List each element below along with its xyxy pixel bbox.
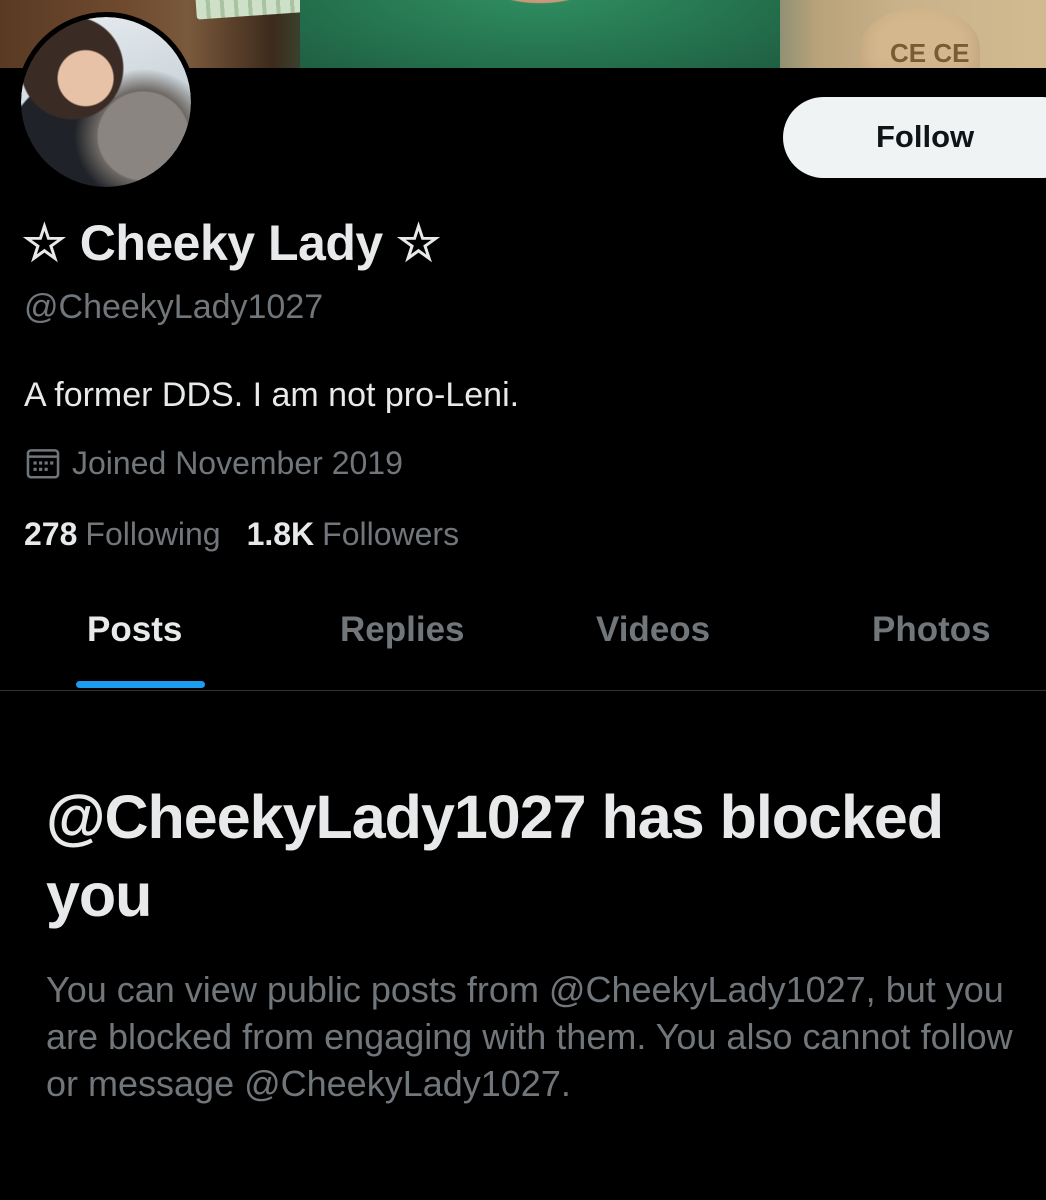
profile-tabs: Posts Replies Videos Photos [0,590,1046,691]
active-tab-indicator [76,681,205,688]
follow-stats: 278 Following 1.8K Followers [24,516,459,553]
display-name: ☆ Cheeky Lady ☆ [22,215,441,271]
tab-replies[interactable]: Replies [340,610,465,650]
avatar-photo [21,17,191,187]
tab-posts[interactable]: Posts [87,610,182,650]
followers-link[interactable]: 1.8K Followers [247,516,460,553]
user-handle: @CheekyLady1027 [24,288,324,326]
following-label: Following [85,516,221,552]
user-bio: A former DDS. I am not pro-Leni. [24,376,520,414]
banner-bag-text: CE CE [890,38,970,68]
follow-button-label: Follow [876,119,975,154]
blocked-heading: @CheekyLady1027 has blocked you [46,783,944,929]
following-count: 278 [24,516,78,552]
banner-figure [300,0,780,68]
joined-label: Joined November 2019 [72,444,403,481]
follow-button[interactable]: Follow [783,97,1046,178]
blocked-message: You can view public posts from @CheekyLa… [46,969,1013,1104]
followers-label: Followers [322,516,460,552]
banner-bag: CE CE [860,8,980,68]
calendar-icon [26,449,60,479]
joined-date: Joined November 2019 [24,443,403,483]
followers-count: 1.8K [246,516,315,552]
avatar[interactable] [16,12,196,192]
tab-videos[interactable]: Videos [596,610,710,650]
tab-photos[interactable]: Photos [872,610,991,650]
following-link[interactable]: 278 Following [24,516,221,553]
